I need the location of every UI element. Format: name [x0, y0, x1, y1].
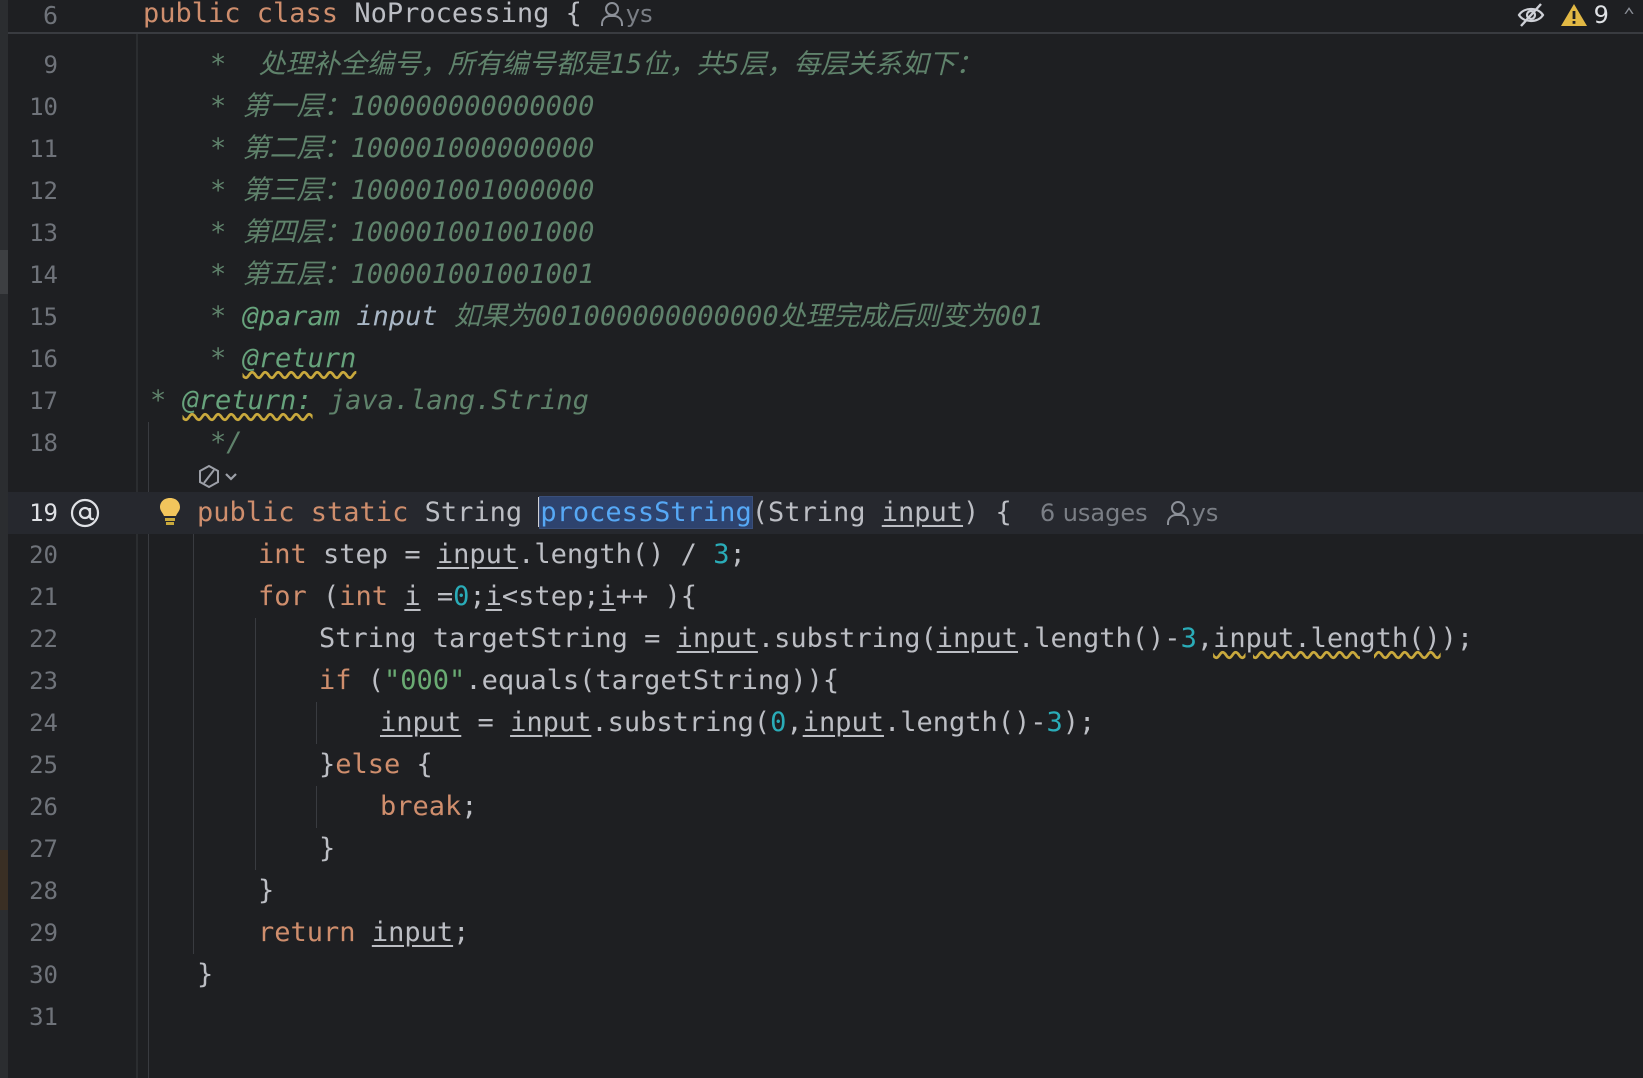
doc-comment-end[interactable]: */	[210, 422, 243, 464]
code-line-30[interactable]: 30 }	[8, 954, 1643, 996]
code-text[interactable]: }	[319, 828, 335, 870]
sticky-lines-header[interactable]: 6 public class NoProcessing {ys 9 ⌃	[8, 0, 1643, 34]
line-number: 19	[29, 499, 58, 527]
line-number: 31	[29, 1003, 58, 1031]
author-name[interactable]: ys	[1192, 499, 1219, 527]
ai-generate-icon[interactable]	[196, 463, 242, 491]
code-text[interactable]: int step = input.length() / 3;	[258, 534, 746, 576]
code-line-25[interactable]: 25 }else {	[8, 744, 1643, 786]
strip-marker	[0, 850, 8, 910]
code-line-23[interactable]: 23 if ("000".equals(targetString)){	[8, 660, 1643, 702]
inspection-widget[interactable]: 9 ⌃	[1516, 0, 1643, 30]
doc-param-line[interactable]: * @param input 如果为001000000000000处理完成后则变…	[210, 296, 1043, 338]
line-number: 18	[29, 429, 58, 457]
code-line-26[interactable]: 26 break;	[8, 786, 1643, 828]
line-number: 30	[29, 961, 58, 989]
doc-return-type-line[interactable]: * @return: java.lang.String	[150, 380, 589, 422]
code-line-18[interactable]: 18 */	[8, 422, 1643, 464]
implements-at-icon[interactable]	[68, 496, 102, 530]
line-number: 14	[29, 261, 58, 289]
line-number: 26	[29, 793, 58, 821]
strip-marker	[0, 250, 8, 294]
user-icon	[600, 1, 623, 26]
method-name[interactable]: processString	[539, 496, 753, 529]
code-line-16[interactable]: 16 * @return	[8, 338, 1643, 380]
doc-return-line[interactable]: * @return	[210, 338, 356, 380]
line-number: 25	[29, 751, 58, 779]
sticky-code[interactable]: public class NoProcessing {ys	[143, 0, 653, 28]
user-icon	[1166, 500, 1189, 525]
code-line-10[interactable]: 10 * 第一层：100000000000000	[8, 86, 1643, 128]
line-number: 21	[29, 583, 58, 611]
line-number: 16	[29, 345, 58, 373]
code-line-29[interactable]: 29 return input;	[8, 912, 1643, 954]
code-line-27[interactable]: 27 }	[8, 828, 1643, 870]
code-line-21[interactable]: 21 for (int i =0;i<step;i++ ){	[8, 576, 1643, 618]
line-number: 9	[43, 51, 58, 79]
line-number: 12	[29, 177, 58, 205]
doc-comment-text[interactable]: * 处理补全编号，所有编号都是15位，共5层，每层关系如下：	[210, 44, 983, 86]
tool-window-strip	[0, 0, 8, 1078]
warning-count: 9	[1593, 1, 1609, 29]
code-text[interactable]: }	[258, 870, 274, 912]
doc-comment-text[interactable]: * 第一层：100000000000000	[210, 86, 594, 128]
lightbulb-icon[interactable]	[158, 496, 182, 528]
line-number: 10	[29, 93, 58, 121]
code-line-22[interactable]: 22 String targetString = input.substring…	[8, 618, 1643, 660]
warning-highlight[interactable]: input.length()	[1213, 623, 1441, 654]
code-line-19[interactable]: 19 public static String processString(St…	[8, 492, 1643, 534]
line-number: 29	[29, 919, 58, 947]
usages-hint[interactable]: 6 usages	[1040, 499, 1148, 527]
code-line-17[interactable]: 17 * @return: java.lang.String	[8, 380, 1643, 422]
code-line-14[interactable]: 14 * 第五层：100001001001001	[8, 254, 1643, 296]
code-line-15[interactable]: 15 * @param input 如果为001000000000000处理完成…	[8, 296, 1643, 338]
code-line-9[interactable]: 9 * 处理补全编号，所有编号都是15位，共5层，每层关系如下：	[8, 44, 1643, 86]
code-line-31[interactable]: 31	[8, 996, 1643, 1038]
warning-triangle-icon[interactable]	[1560, 2, 1588, 28]
line-number: 6	[42, 1, 58, 30]
line-number: 22	[29, 625, 58, 653]
line-number: 24	[29, 709, 58, 737]
line-number: 23	[29, 667, 58, 695]
doc-comment-text[interactable]: * 第四层：100001001001000	[210, 212, 594, 254]
code-line-13[interactable]: 13 * 第四层：100001001001000	[8, 212, 1643, 254]
code-text[interactable]: input = input.substring(0,input.length()…	[380, 702, 1095, 744]
line-number: 28	[29, 877, 58, 905]
author-name[interactable]: ys	[626, 0, 653, 28]
code-text[interactable]: for (int i =0;i<step;i++ ){	[258, 576, 697, 618]
line-number: 27	[29, 835, 58, 863]
code-line-28[interactable]: 28 }	[8, 870, 1643, 912]
code-text[interactable]: if ("000".equals(targetString)){	[319, 660, 839, 702]
code-text[interactable]: String targetString = input.substring(in…	[319, 618, 1473, 660]
line-number: 11	[29, 135, 58, 163]
doc-comment-text[interactable]: * 第二层：100001000000000	[210, 128, 594, 170]
code-line-11[interactable]: 11 * 第二层：100001000000000	[8, 128, 1643, 170]
code-text[interactable]: }else {	[319, 744, 433, 786]
chevron-up-icon[interactable]: ⌃	[1623, 3, 1635, 27]
code-text[interactable]: return input;	[258, 912, 469, 954]
code-text[interactable]: }	[197, 954, 213, 996]
code-line-24[interactable]: 24 input = input.substring(0,input.lengt…	[8, 702, 1643, 744]
code-text[interactable]: break;	[380, 786, 478, 828]
line-number: 13	[29, 219, 58, 247]
method-signature[interactable]: public static String processString(Strin…	[197, 492, 1218, 534]
reader-mode-eye-crossed-icon[interactable]	[1516, 1, 1546, 29]
doc-comment-text[interactable]: * 第三层：100001001000000	[210, 170, 594, 212]
line-number: 15	[29, 303, 58, 331]
code-line-20[interactable]: 20 int step = input.length() / 3;	[8, 534, 1643, 576]
line-number: 20	[29, 541, 58, 569]
code-line-12[interactable]: 12 * 第三层：100001001000000	[8, 170, 1643, 212]
doc-comment-text[interactable]: * 第五层：100001001001001	[210, 254, 594, 296]
line-number: 17	[29, 387, 58, 415]
